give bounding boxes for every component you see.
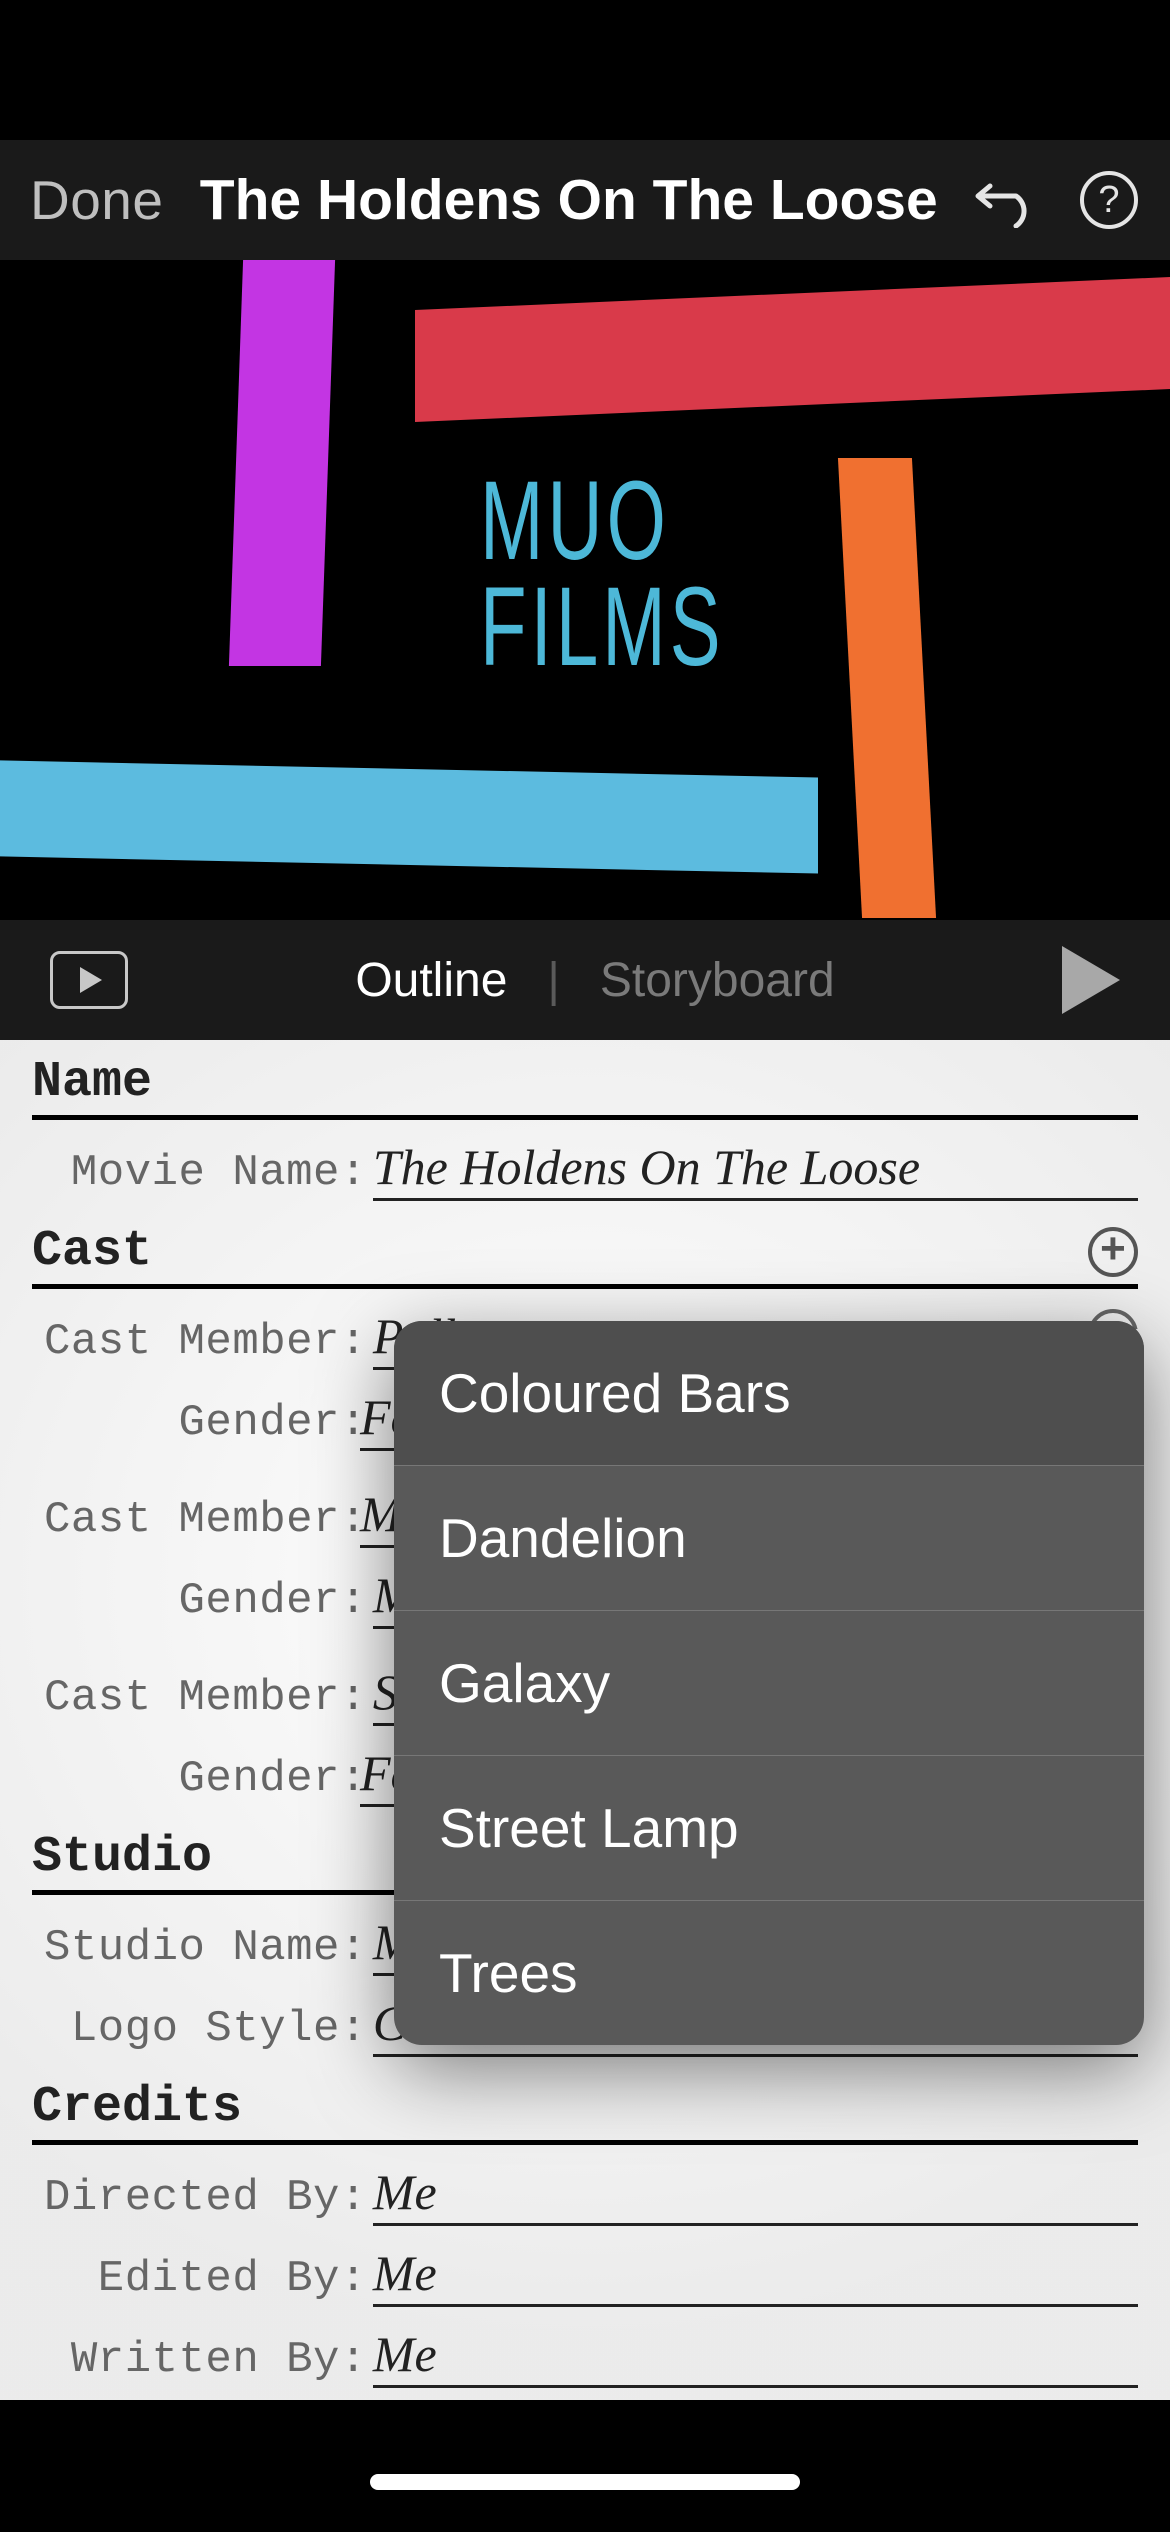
movie-name-field[interactable]: The Holdens On The Loose [373, 1139, 920, 1195]
tab-storyboard[interactable]: Storyboard [600, 953, 835, 1008]
popup-option-trees[interactable]: Trees [394, 1901, 1144, 2045]
home-indicator[interactable] [370, 2474, 800, 2490]
decoration-bar [415, 277, 1170, 422]
studio-name-label: Studio Name: [44, 1923, 367, 1973]
logo-style-popup: Coloured Bars Dandelion Galaxy Street La… [394, 1321, 1144, 2045]
record-button[interactable] [50, 951, 128, 1009]
play-button[interactable] [1062, 946, 1120, 1014]
nav-bar: Done The Holdens On The Loose ? [0, 140, 1170, 260]
help-icon[interactable]: ? [1078, 169, 1140, 231]
popup-option-galaxy[interactable]: Galaxy [394, 1611, 1144, 1755]
section-name: Name [32, 1048, 1138, 1120]
written-by-field[interactable]: Me [373, 2326, 437, 2382]
tab-separator: | [547, 953, 559, 1008]
home-indicator-area [0, 2432, 1170, 2532]
popup-option-dandelion[interactable]: Dandelion [394, 1466, 1144, 1610]
popup-option-coloured-bars[interactable]: Coloured Bars [394, 1321, 1144, 1465]
gender-label: Gender: [44, 1398, 354, 1448]
done-button[interactable]: Done [30, 168, 163, 232]
edited-by-label: Edited By: [44, 2254, 367, 2304]
status-bar [0, 0, 1170, 140]
directed-by-label: Directed By: [44, 2173, 367, 2223]
decoration-bar [229, 260, 335, 666]
directed-by-field[interactable]: Me [373, 2164, 437, 2220]
gender-label: Gender: [44, 1576, 367, 1626]
decoration-bar [0, 760, 818, 874]
edited-by-field[interactable]: Me [373, 2245, 437, 2301]
add-cast-button[interactable]: + [1088, 1227, 1138, 1277]
cast-member-label: Cast Member: [44, 1317, 367, 1367]
written-by-label: Written By: [44, 2335, 367, 2385]
section-credits: Credits [32, 2073, 1138, 2145]
play-icon [80, 967, 102, 993]
logo-style-label: Logo Style: [44, 2004, 367, 2054]
nav-title: The Holdens On The Loose [163, 167, 974, 233]
movie-name-label: Movie Name: [44, 1148, 367, 1198]
decoration-bar [838, 458, 936, 918]
control-bar: Outline | Storyboard [0, 920, 1170, 1040]
video-preview[interactable]: MUOFILMS [0, 260, 1170, 920]
cast-member-label: Cast Member: [44, 1495, 354, 1545]
popup-option-street-lamp[interactable]: Street Lamp [394, 1756, 1144, 1900]
section-cast: Cast + [32, 1217, 1138, 1289]
tab-outline[interactable]: Outline [355, 953, 507, 1008]
gender-label: Gender: [44, 1754, 354, 1804]
svg-text:?: ? [1098, 179, 1119, 221]
undo-icon[interactable] [974, 172, 1040, 228]
studio-logo-text: MUOFILMS [480, 468, 725, 681]
cast-member-label: Cast Member: [44, 1673, 367, 1723]
movie-name-row: Movie Name: The Holdens On The Loose [32, 1120, 1138, 1201]
